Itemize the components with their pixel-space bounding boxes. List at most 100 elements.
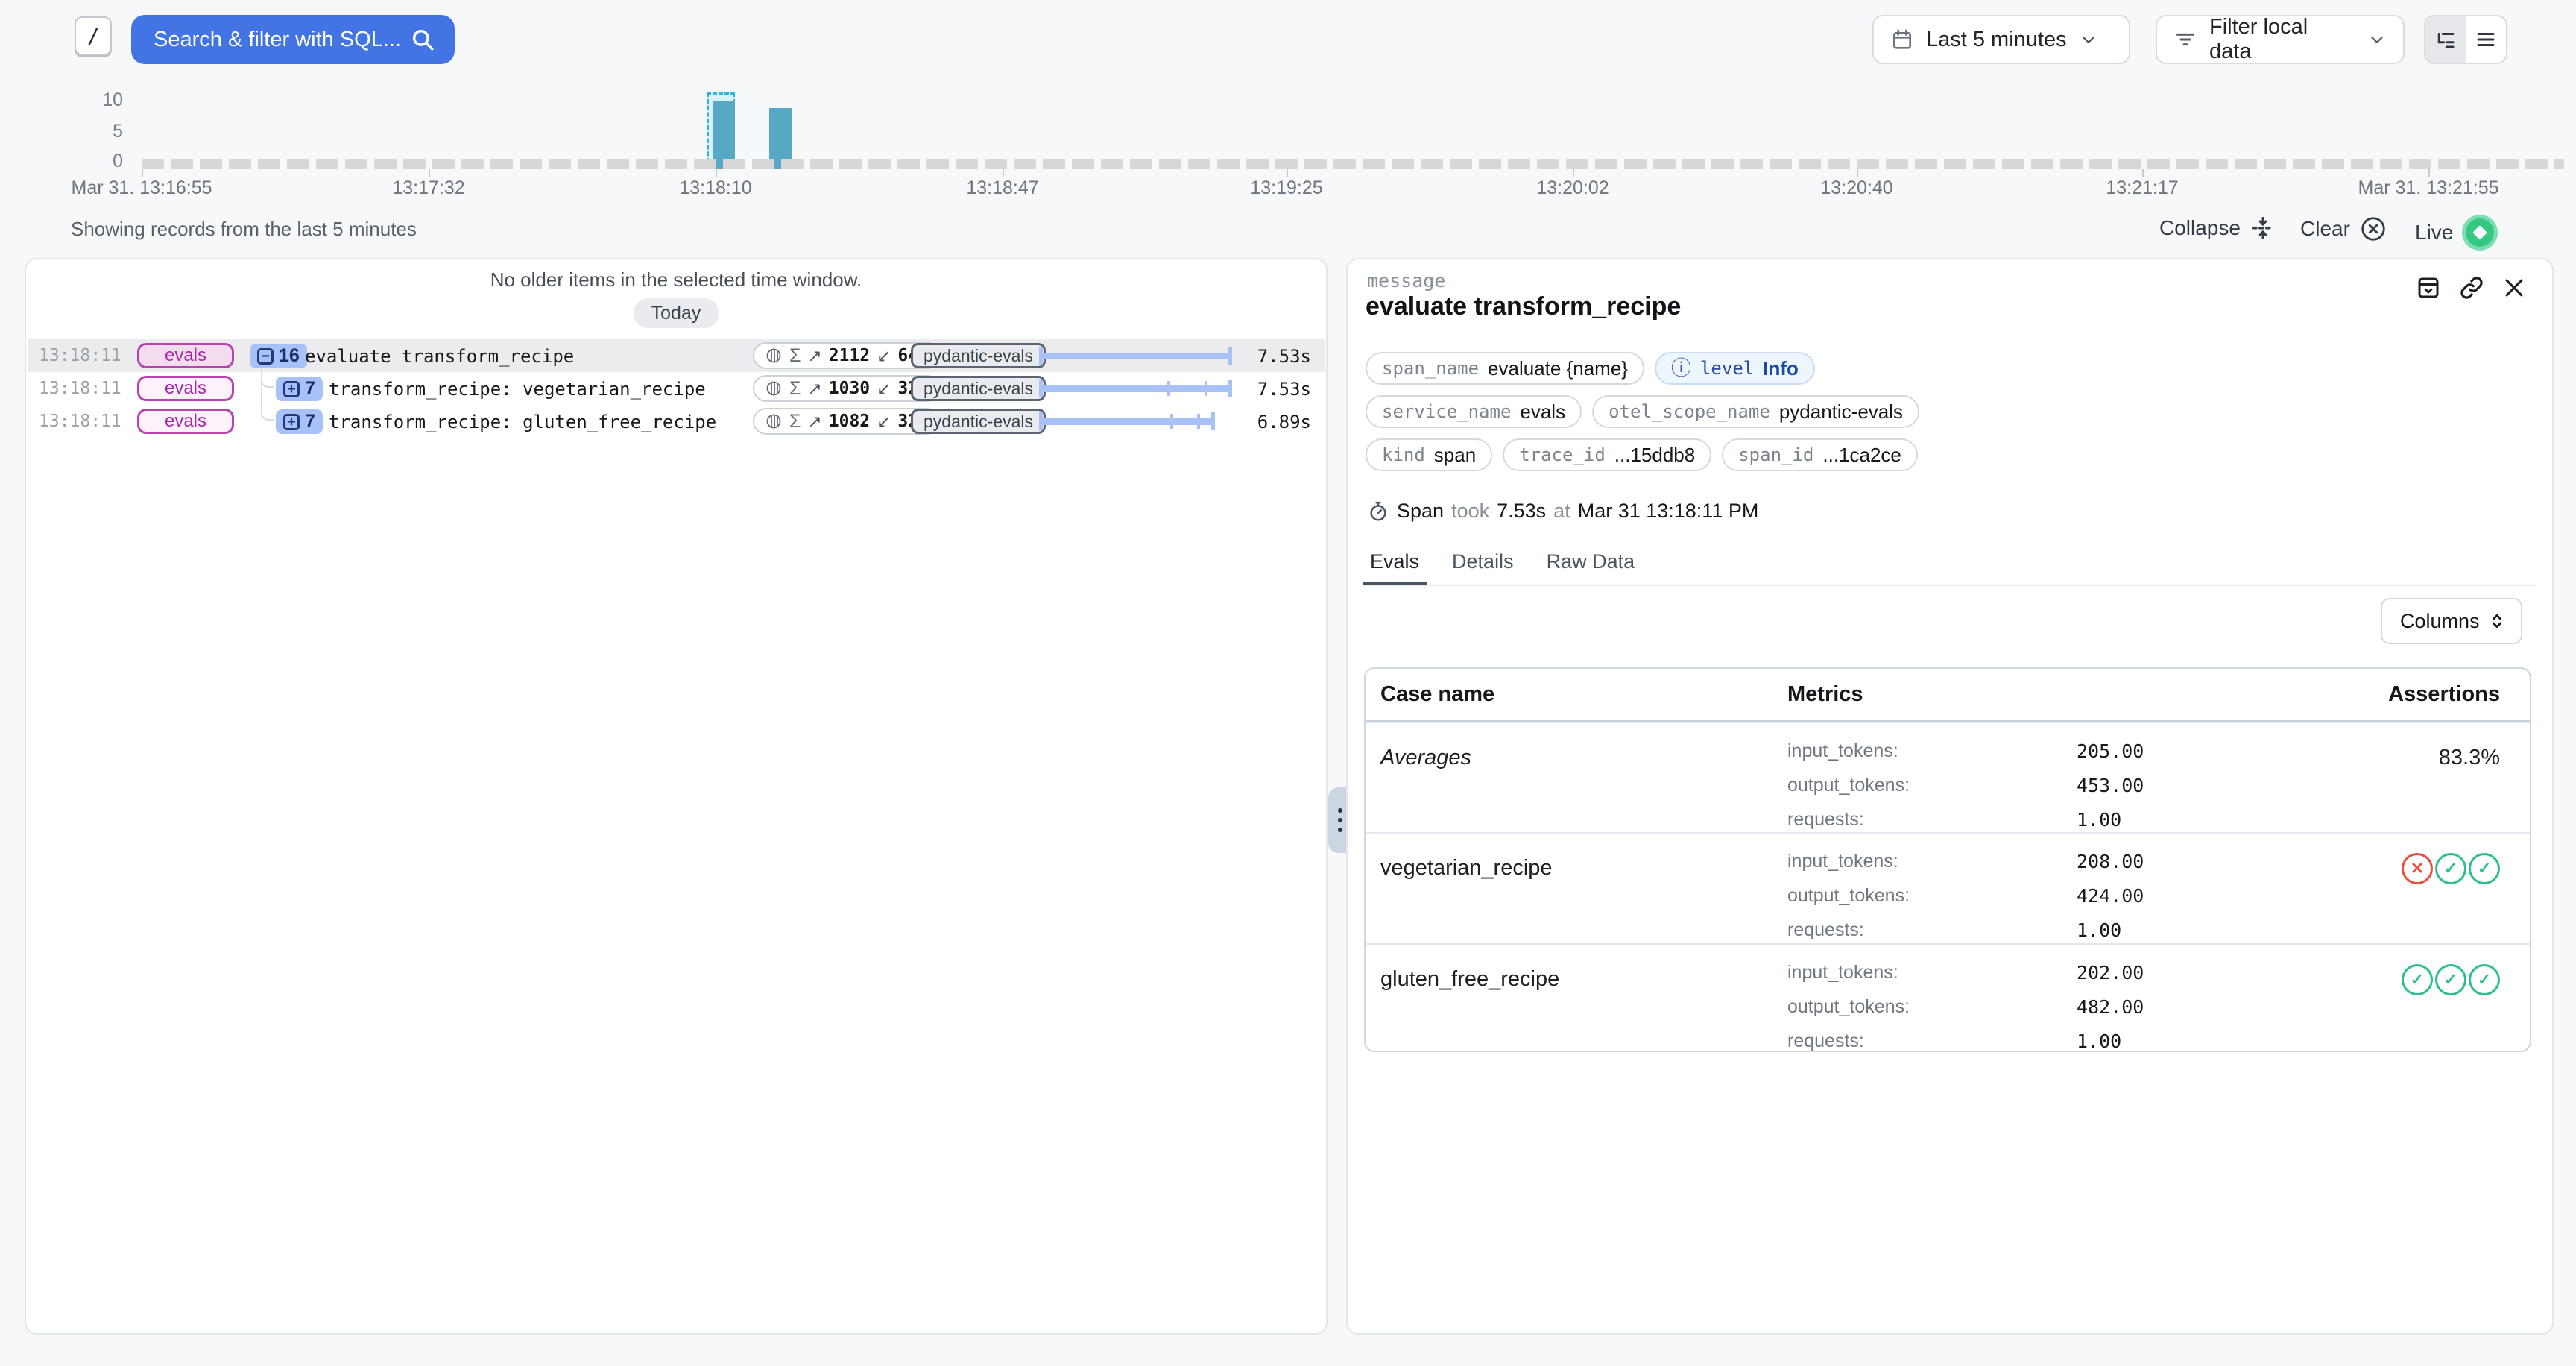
- x-axis-label: 13:21:17: [2106, 177, 2178, 199]
- service-badge[interactable]: evals: [137, 409, 234, 434]
- span-title[interactable]: evaluate transform_recipe: [305, 346, 574, 367]
- metric-label: input_tokens:: [1787, 740, 2077, 762]
- otel-scope-name-tag[interactable]: otel_scope_name pydantic-evals: [1592, 395, 1919, 428]
- token-coin-icon: [765, 412, 783, 430]
- showing-records-text: Showing records from the last 5 minutes: [71, 218, 417, 241]
- x-axis-tickmark: [1573, 169, 1574, 177]
- collapse-icon: [2250, 215, 2276, 242]
- otel-scope-tag[interactable]: pydantic-evals: [911, 409, 1046, 434]
- service-name-tag[interactable]: service_name evals: [1366, 395, 1582, 428]
- otel-scope-tag[interactable]: pydantic-evals: [911, 343, 1046, 368]
- span-id-tag[interactable]: span_id ...1ca2ce: [1722, 438, 1918, 471]
- tag-value: Info: [1763, 357, 1799, 380]
- clear-circle-x-icon: [2359, 215, 2387, 243]
- trace-row-child[interactable]: 13:18:11 evals + 7 transform_recipe: veg…: [28, 372, 1325, 405]
- copy-link-icon[interactable]: [2458, 274, 2485, 301]
- metric-label: requests:: [1787, 919, 2077, 941]
- duration-bar: [1039, 339, 1232, 372]
- y-axis-tick: 0: [86, 151, 123, 172]
- assertion-pass-icon[interactable]: ✓: [2435, 853, 2466, 884]
- child-count: 7: [305, 378, 315, 400]
- sigma-icon: Σ: [789, 411, 801, 432]
- list-view-toggle[interactable]: [2466, 16, 2506, 63]
- service-badge[interactable]: evals: [137, 343, 234, 368]
- close-icon[interactable]: [2501, 275, 2527, 300]
- table-row-vegetarian-recipe[interactable]: vegetarian_recipe input_tokens:208.00 ou…: [1366, 832, 2530, 943]
- token-coin-icon: [765, 380, 783, 397]
- metric-value: 453.00: [2077, 775, 2144, 796]
- x-axis-label: 13:19:25: [1250, 177, 1322, 199]
- metric-value: 208.00: [2077, 851, 2144, 872]
- x-axis-label: 13:20:02: [1536, 177, 1609, 199]
- expand-children-button[interactable]: + 7: [276, 409, 323, 434]
- table-header-row: Case name Metrics Assertions: [1366, 669, 2530, 722]
- service-badge[interactable]: evals: [137, 376, 234, 401]
- chevron-down-icon: [2079, 30, 2098, 49]
- input-tokens-arrow-icon: ↗: [807, 346, 821, 366]
- assertion-pass-icon[interactable]: ✓: [2469, 964, 2500, 995]
- span-title[interactable]: transform_recipe: vegetarian_recipe: [329, 379, 706, 400]
- trace-id-tag[interactable]: trace_id ...15ddb8: [1503, 438, 1711, 471]
- duration-text: 7.53s: [1257, 346, 1311, 367]
- case-name: Averages: [1366, 723, 1787, 832]
- span-title[interactable]: transform_recipe: gluten_free_recipe: [329, 412, 716, 432]
- search-input[interactable]: Search & filter with SQL...: [131, 15, 455, 64]
- tree-view-toggle[interactable]: [2425, 16, 2466, 63]
- assertion-fail-icon[interactable]: ✕: [2402, 853, 2433, 884]
- app-root: / Search & filter with SQL... Last 5 min…: [0, 0, 2576, 1366]
- time-range-button[interactable]: Last 5 minutes: [1872, 15, 2130, 64]
- trace-row-parent[interactable]: 13:18:11 evals − 16 evaluate transform_r…: [28, 339, 1325, 372]
- collapse-square-icon: −: [257, 348, 274, 365]
- collapse-button[interactable]: Collapse: [2159, 215, 2276, 242]
- input-tokens-count: 1082: [829, 412, 870, 431]
- otel-scope-tag[interactable]: pydantic-evals: [911, 376, 1046, 401]
- filter-label: Filter local data: [2209, 15, 2355, 64]
- filter-local-data-button[interactable]: Filter local data: [2156, 15, 2405, 64]
- assertion-pass-icon[interactable]: ✓: [2469, 853, 2500, 884]
- tab-raw-data[interactable]: Raw Data: [1547, 550, 1635, 585]
- assertion-pass-icon[interactable]: ✓: [2402, 964, 2433, 995]
- output-tokens-arrow-icon: ↙: [877, 412, 891, 432]
- clear-button[interactable]: Clear: [2300, 215, 2387, 243]
- search-icon: [410, 27, 435, 52]
- collapse-children-button[interactable]: − 16: [250, 344, 307, 368]
- list-view-icon: [2475, 28, 2497, 51]
- info-icon: ⓘ: [1671, 359, 1691, 379]
- col-header-metrics: Metrics: [1787, 672, 2324, 717]
- x-axis-label: 13:20:40: [1820, 177, 1892, 199]
- tab-evals[interactable]: Evals: [1370, 550, 1419, 585]
- dock-panel-icon[interactable]: [2415, 274, 2442, 301]
- time-range-label: Last 5 minutes: [1926, 28, 2067, 52]
- table-row-averages[interactable]: Averages input_tokens:205.00 output_toke…: [1366, 722, 2530, 832]
- input-tokens-count: 1030: [829, 379, 870, 398]
- tag-key: otel_scope_name: [1609, 401, 1770, 422]
- evals-table: Case name Metrics Assertions Averages in…: [1364, 667, 2531, 1052]
- span-name-tag[interactable]: span_name evaluate {name}: [1366, 352, 1644, 385]
- kind-tag[interactable]: kind span: [1366, 438, 1492, 471]
- expand-children-button[interactable]: + 7: [276, 377, 323, 401]
- x-axis-tickmark: [2142, 169, 2144, 177]
- tab-details[interactable]: Details: [1452, 550, 1514, 585]
- col-header-case-name: Case name: [1366, 682, 1787, 707]
- stopwatch-icon: [1367, 500, 1389, 523]
- columns-button[interactable]: Columns: [2381, 598, 2522, 644]
- x-axis-label: 13:18:10: [679, 177, 751, 199]
- filter-icon: [2174, 28, 2197, 51]
- tag-key: trace_id: [1519, 444, 1606, 465]
- x-axis-tickmark: [1857, 169, 1858, 177]
- table-row-gluten-free-recipe[interactable]: gluten_free_recipe input_tokens:202.00 o…: [1366, 943, 2530, 1051]
- assertion-pass-icon[interactable]: ✓: [2435, 964, 2466, 995]
- trace-row-child[interactable]: 13:18:11 evals + 7 transform_recipe: glu…: [28, 405, 1325, 438]
- row-timestamp: 13:18:11: [39, 379, 121, 398]
- child-count: 16: [279, 345, 300, 367]
- day-divider-pill: Today: [634, 298, 719, 328]
- live-toggle[interactable]: Live: [2415, 215, 2498, 251]
- summary-took-word: took: [1451, 500, 1489, 523]
- y-axis-tick: 10: [86, 89, 123, 111]
- input-tokens-count: 2112: [829, 346, 870, 365]
- level-tag[interactable]: ⓘ level Info: [1655, 352, 1815, 385]
- tag-key: level: [1700, 358, 1754, 379]
- live-status-icon: [2462, 215, 2498, 251]
- metric-label: requests:: [1787, 1030, 2077, 1052]
- span-duration-summary: Span took 7.53s at Mar 31 13:18:11 PM: [1367, 500, 1758, 523]
